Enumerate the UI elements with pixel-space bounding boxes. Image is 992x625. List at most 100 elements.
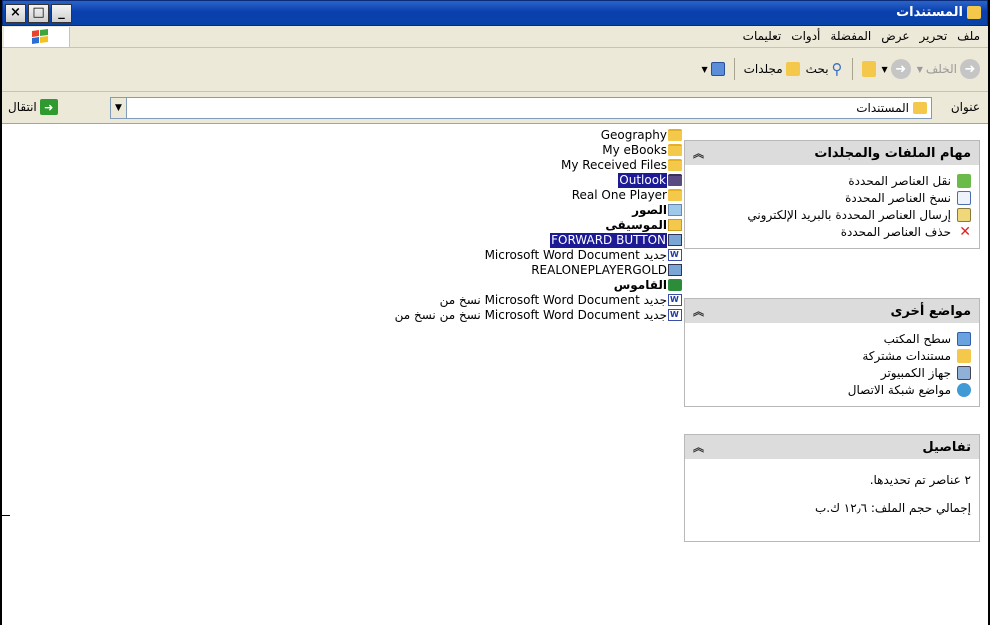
views-icon [710, 62, 725, 76]
address-input[interactable]: المستندات ▼ [110, 97, 932, 119]
menu-file[interactable]: ملف [957, 29, 980, 43]
window-title: المستندات [896, 5, 981, 20]
menu-view[interactable]: عرض [881, 29, 909, 43]
installer-icon [668, 264, 682, 276]
list-item[interactable]: Outlook [322, 173, 682, 188]
list-item[interactable]: FORWARD BUTTON [322, 233, 682, 248]
file-tasks-panel: مهام الملفات والمجلدات ︽ نقل العناصر الم… [684, 140, 980, 249]
toolbar-separator [851, 58, 853, 80]
address-value: المستندات [856, 101, 909, 115]
place-desktop[interactable]: سطح المكتب [693, 332, 971, 346]
title-bar[interactable]: × □ _ المستندات [2, 0, 988, 26]
go-label: انتقال [8, 100, 37, 114]
collapse-icon[interactable]: ︽ [693, 303, 704, 319]
back-label: الخلف [925, 62, 957, 76]
pictures-folder-icon [668, 204, 682, 216]
folders-button[interactable]: مجلدات [744, 62, 800, 76]
list-item[interactable]: REALONEPLAYERGOLD [322, 263, 682, 278]
list-item[interactable]: Real One Player [322, 188, 682, 203]
forward-button[interactable]: ➜ ▼ [882, 59, 911, 79]
file-tasks-header[interactable]: مهام الملفات والمجلدات ︽ [685, 141, 979, 165]
windows-logo-icon [4, 27, 70, 47]
chevron-down-icon: ▼ [701, 64, 708, 74]
list-item[interactable]: الصور [322, 203, 682, 218]
delete-icon: ✕ [959, 224, 971, 240]
folders-icon [785, 62, 800, 76]
folder-icon [668, 174, 682, 186]
list-item[interactable]: نسخ من Microsoft Word Document جديد [322, 292, 682, 308]
place-my-computer[interactable]: جهاز الكمبيوتر [693, 366, 971, 380]
search-button[interactable]: ⚲ بحث [806, 60, 843, 78]
address-dropdown-button[interactable]: ▼ [111, 98, 127, 118]
views-button[interactable]: ▼ [701, 62, 725, 76]
task-label: حذف العناصر المحددة [840, 225, 951, 239]
collapse-icon[interactable]: ︽ [693, 439, 704, 455]
list-item[interactable]: الموسيقى [322, 218, 682, 233]
place-network[interactable]: مواضع شبكة الاتصال [693, 383, 971, 397]
task-label: نقل العناصر المحددة [848, 174, 951, 188]
chevron-down-icon: ▼ [916, 64, 923, 74]
search-icon: ⚲ [831, 60, 843, 78]
task-email[interactable]: إرسال العناصر المحددة بالبريد الإلكتروني [693, 208, 971, 222]
word-doc-icon [668, 292, 682, 307]
word-doc-icon [668, 307, 682, 322]
list-item[interactable]: My eBooks [322, 143, 682, 158]
chevron-down-icon: ▼ [881, 64, 888, 74]
collapse-icon[interactable]: ︽ [693, 145, 704, 161]
list-item[interactable]: Geography [322, 128, 682, 143]
maximize-button[interactable]: □ [28, 4, 49, 23]
menu-help[interactable]: تعليمات [743, 29, 782, 43]
address-bar: عنوان المستندات ▼ انتقال ➜ [2, 92, 988, 124]
list-item[interactable]: نسخ من نسخ من Microsoft Word Document جد… [322, 307, 682, 323]
folder-icon [668, 159, 682, 171]
back-arrow-icon: ➜ [960, 59, 980, 79]
place-shared-documents[interactable]: مستندات مشتركة [693, 349, 971, 363]
file-list: Geography My eBooks My Received Files Ou… [322, 128, 682, 323]
folder-icon [668, 144, 682, 156]
file-tasks-title: مهام الملفات والمجلدات [814, 145, 971, 161]
other-places-header[interactable]: مواضع أخرى ︽ [685, 299, 979, 323]
folders-label: مجلدات [743, 62, 783, 76]
task-delete[interactable]: ✕ حذف العناصر المحددة [693, 225, 971, 239]
list-item[interactable]: My Received Files [322, 158, 682, 173]
word-doc-icon [668, 247, 682, 262]
details-selection-count: ٢ عناصر تم تحديدها. [869, 473, 971, 487]
details-title: تفاصيل [922, 439, 971, 455]
folder-up-icon [861, 61, 876, 77]
toolbar-separator [733, 58, 735, 80]
menu-favorites[interactable]: المفضلة [830, 29, 871, 43]
place-label: مواضع شبكة الاتصال [847, 383, 951, 397]
copy-icon [957, 191, 971, 205]
folder-icon [967, 6, 981, 19]
dictionary-icon [668, 279, 682, 291]
up-button[interactable] [861, 61, 876, 77]
network-icon [957, 383, 971, 397]
menu-tools[interactable]: أدوات [791, 29, 820, 43]
list-item[interactable]: Microsoft Word Document جديد [322, 247, 682, 263]
other-places-panel: مواضع أخرى ︽ سطح المكتب مستندات مشتركة ج… [684, 298, 980, 407]
task-move[interactable]: نقل العناصر المحددة [693, 174, 971, 188]
list-item[interactable]: القاموس [322, 278, 682, 293]
task-copy[interactable]: نسخ العناصر المحددة [693, 191, 971, 205]
menu-edit[interactable]: تحرير [920, 29, 948, 43]
back-button[interactable]: ➜ الخلف ▼ [917, 59, 980, 79]
place-label: مستندات مشتركة [862, 349, 951, 363]
search-label: بحث [805, 62, 829, 76]
details-total-size: إجمالي حجم الملف: ١٢٫٦ ك.ب [814, 501, 971, 515]
minimize-button[interactable]: _ [51, 4, 72, 23]
divider [2, 515, 10, 516]
forward-arrow-icon: ➜ [890, 59, 911, 79]
folder-icon [668, 129, 682, 141]
folder-icon [668, 189, 682, 201]
folder-icon [913, 102, 927, 114]
address-label: عنوان [950, 100, 980, 114]
close-button[interactable]: × [5, 4, 26, 23]
app-icon [668, 234, 682, 246]
place-label: سطح المكتب [883, 332, 951, 346]
email-icon [957, 208, 971, 222]
menu-bar: ملف تحرير عرض المفضلة أدوات تعليمات [2, 26, 988, 48]
go-button[interactable]: انتقال ➜ [8, 99, 58, 115]
place-label: جهاز الكمبيوتر [880, 366, 951, 380]
task-label: نسخ العناصر المحددة [845, 191, 951, 205]
details-header[interactable]: تفاصيل ︽ [685, 435, 979, 459]
